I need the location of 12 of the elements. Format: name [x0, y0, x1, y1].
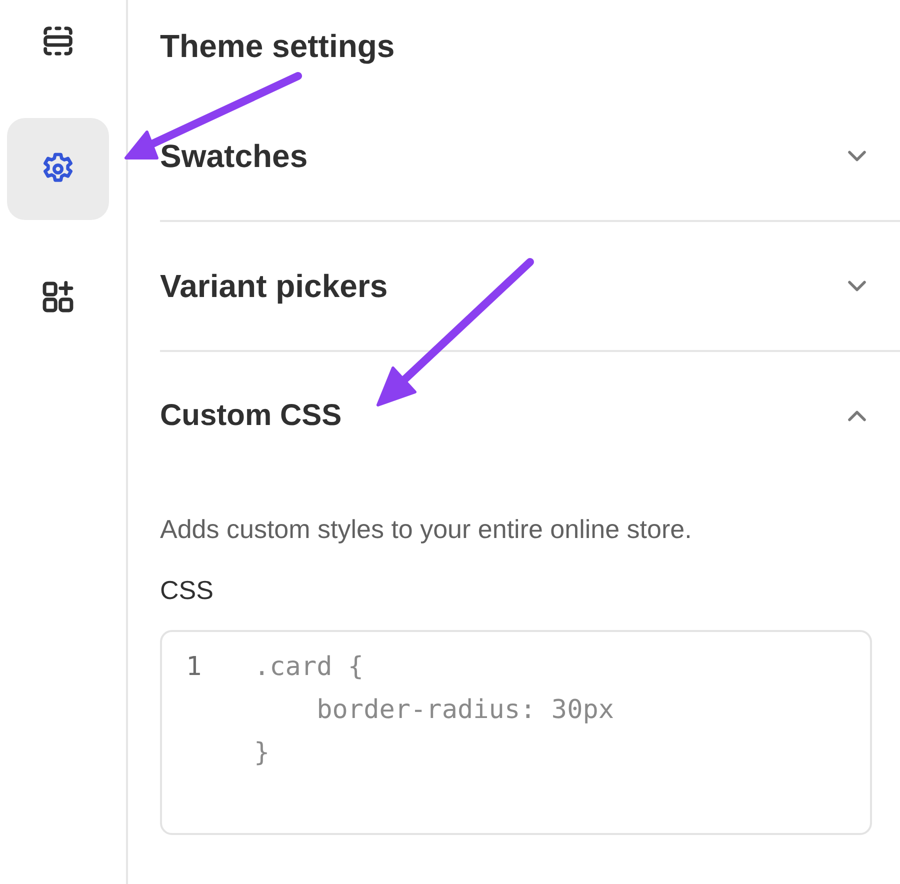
field-label: CSS [160, 574, 214, 607]
code-line: border-radius: 30px [316, 694, 614, 727]
section-description: Adds custom styles to your entire online store. [160, 512, 693, 546]
code-line: } [254, 736, 271, 770]
code-editor[interactable]: 1 .card { border-radius: 30px } [160, 630, 872, 835]
section-title[interactable]: Variant pickers [160, 262, 388, 310]
code-line: .card { [254, 650, 365, 684]
panel-title: Theme settings [160, 27, 396, 66]
section-title[interactable]: Swatches [160, 132, 308, 180]
line-number: 1 [186, 650, 203, 684]
section-title[interactable]: Custom CSS [160, 393, 342, 438]
sidebar-button[interactable] [7, 118, 109, 220]
